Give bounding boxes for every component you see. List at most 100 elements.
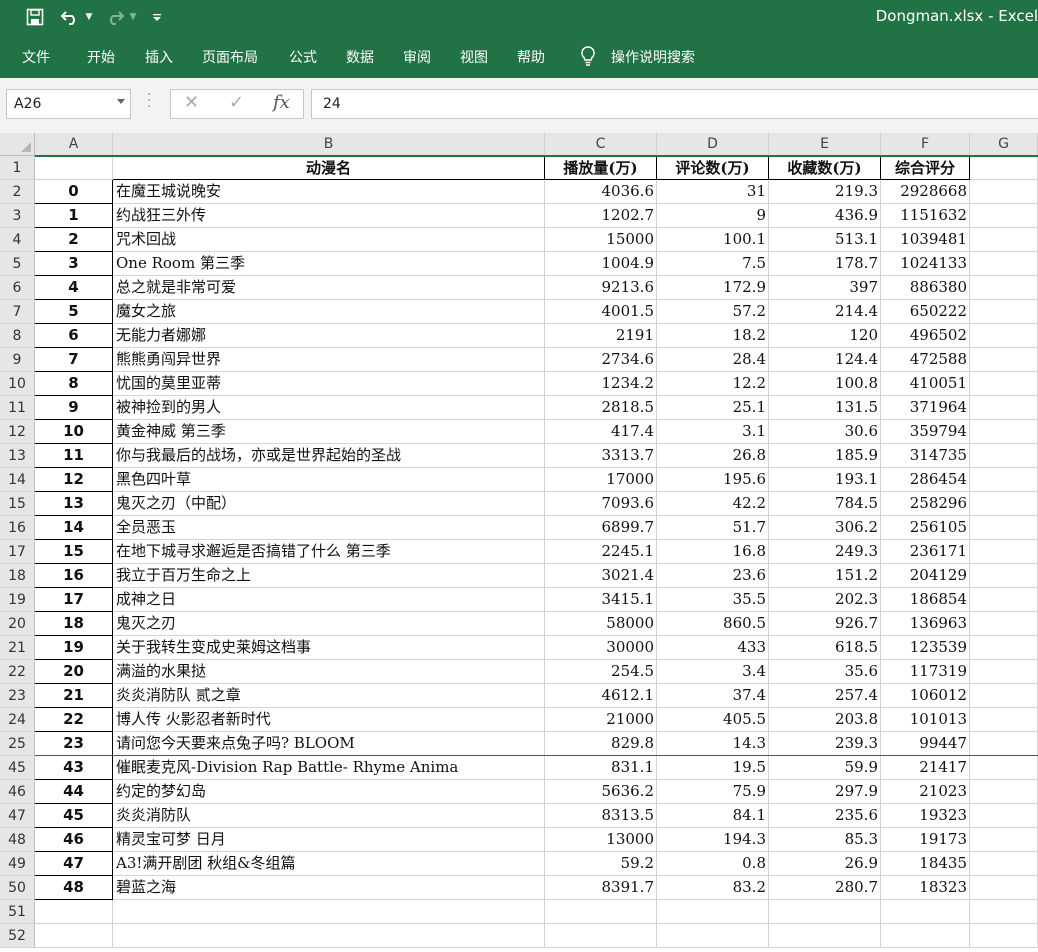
empty-cell[interactable] — [657, 924, 769, 948]
play-count-cell[interactable]: 8313.5 — [545, 804, 657, 828]
empty-cell[interactable] — [970, 612, 1038, 636]
index-cell[interactable]: 8 — [35, 372, 113, 396]
favorite-count-cell[interactable]: 397 — [769, 276, 881, 300]
index-cell[interactable]: 12 — [35, 468, 113, 492]
anime-name-cell[interactable]: 成神之日 — [113, 588, 545, 612]
score-cell[interactable]: 186854 — [881, 588, 970, 612]
empty-cell[interactable] — [970, 300, 1038, 324]
play-count-cell[interactable]: 2191 — [545, 324, 657, 348]
index-cell[interactable]: 46 — [35, 828, 113, 852]
favorite-count-cell[interactable]: 235.6 — [769, 804, 881, 828]
anime-name-cell[interactable]: One Room 第三季 — [113, 252, 545, 276]
score-cell[interactable]: 286454 — [881, 468, 970, 492]
empty-cell[interactable] — [970, 228, 1038, 252]
index-cell[interactable]: 6 — [35, 324, 113, 348]
index-cell[interactable]: 18 — [35, 612, 113, 636]
index-cell[interactable]: 43 — [35, 756, 113, 780]
empty-cell[interactable] — [657, 900, 769, 924]
empty-cell[interactable] — [970, 588, 1038, 612]
index-cell[interactable]: 47 — [35, 852, 113, 876]
score-cell[interactable]: 2928668 — [881, 180, 970, 204]
anime-name-cell[interactable]: 我立于百万生命之上 — [113, 564, 545, 588]
comment-count-cell[interactable]: 0.8 — [657, 852, 769, 876]
play-count-cell[interactable]: 829.8 — [545, 732, 657, 756]
empty-cell[interactable] — [970, 324, 1038, 348]
play-count-cell[interactable]: 30000 — [545, 636, 657, 660]
empty-cell[interactable] — [970, 516, 1038, 540]
score-cell[interactable]: 21023 — [881, 780, 970, 804]
favorite-count-cell[interactable]: 436.9 — [769, 204, 881, 228]
select-all-button[interactable] — [0, 133, 35, 156]
empty-cell[interactable] — [970, 492, 1038, 516]
anime-name-cell[interactable]: 关于我转生变成史莱姆这档事 — [113, 636, 545, 660]
index-cell[interactable]: 7 — [35, 348, 113, 372]
favorite-count-cell[interactable]: 85.3 — [769, 828, 881, 852]
comment-count-cell[interactable]: 25.1 — [657, 396, 769, 420]
cancel-icon[interactable]: ✕ — [184, 92, 199, 113]
anime-name-cell[interactable]: 全员恶玉 — [113, 516, 545, 540]
row-header[interactable]: 45 — [0, 756, 35, 780]
row-header[interactable]: 24 — [0, 708, 35, 732]
play-count-cell[interactable]: 3021.4 — [545, 564, 657, 588]
chevron-down-icon[interactable] — [117, 99, 125, 104]
empty-cell[interactable] — [970, 276, 1038, 300]
comment-count-cell[interactable]: 42.2 — [657, 492, 769, 516]
anime-name-cell[interactable]: 熊熊勇闯异世界 — [113, 348, 545, 372]
index-cell[interactable]: 45 — [35, 804, 113, 828]
score-cell[interactable]: 99447 — [881, 732, 970, 756]
name-box[interactable]: A26 — [6, 89, 131, 119]
play-count-cell[interactable]: 4036.6 — [545, 180, 657, 204]
index-cell[interactable]: 16 — [35, 564, 113, 588]
favorite-count-cell[interactable]: 178.7 — [769, 252, 881, 276]
row-header[interactable]: 5 — [0, 252, 35, 276]
column-header-e[interactable]: E — [769, 133, 881, 156]
empty-cell[interactable] — [970, 252, 1038, 276]
score-cell[interactable]: 359794 — [881, 420, 970, 444]
header-cell-e[interactable]: 收藏数(万) — [769, 156, 881, 180]
score-cell[interactable]: 19323 — [881, 804, 970, 828]
anime-name-cell[interactable]: 总之就是非常可爱 — [113, 276, 545, 300]
row-header[interactable]: 47 — [0, 804, 35, 828]
column-header-c[interactable]: C — [545, 133, 657, 156]
empty-cell[interactable] — [970, 732, 1038, 756]
empty-cell[interactable] — [970, 852, 1038, 876]
index-cell[interactable]: 5 — [35, 300, 113, 324]
score-cell[interactable]: 258296 — [881, 492, 970, 516]
score-cell[interactable]: 256105 — [881, 516, 970, 540]
row-header[interactable]: 9 — [0, 348, 35, 372]
comment-count-cell[interactable]: 26.8 — [657, 444, 769, 468]
anime-name-cell[interactable]: 黄金神威 第三季 — [113, 420, 545, 444]
score-cell[interactable]: 410051 — [881, 372, 970, 396]
empty-cell[interactable] — [113, 924, 545, 948]
formula-input[interactable]: 24 — [311, 89, 1038, 119]
index-cell[interactable]: 0 — [35, 180, 113, 204]
anime-name-cell[interactable]: 你与我最后的战场，亦或是世界起始的圣战 — [113, 444, 545, 468]
comment-count-cell[interactable]: 75.9 — [657, 780, 769, 804]
empty-cell[interactable] — [970, 348, 1038, 372]
anime-name-cell[interactable]: 魔女之旅 — [113, 300, 545, 324]
play-count-cell[interactable]: 417.4 — [545, 420, 657, 444]
favorite-count-cell[interactable]: 203.8 — [769, 708, 881, 732]
play-count-cell[interactable]: 3415.1 — [545, 588, 657, 612]
comment-count-cell[interactable]: 19.5 — [657, 756, 769, 780]
row-header[interactable]: 10 — [0, 372, 35, 396]
favorite-count-cell[interactable]: 100.8 — [769, 372, 881, 396]
score-cell[interactable]: 18435 — [881, 852, 970, 876]
index-cell[interactable]: 10 — [35, 420, 113, 444]
index-cell[interactable]: 48 — [35, 876, 113, 900]
empty-cell[interactable] — [970, 180, 1038, 204]
anime-name-cell[interactable]: 咒术回战 — [113, 228, 545, 252]
tab-help[interactable]: 帮助 — [517, 47, 545, 67]
comment-count-cell[interactable]: 12.2 — [657, 372, 769, 396]
comment-count-cell[interactable]: 9 — [657, 204, 769, 228]
score-cell[interactable]: 136963 — [881, 612, 970, 636]
score-cell[interactable]: 1024133 — [881, 252, 970, 276]
drag-handle-icon[interactable]: · · · — [147, 88, 153, 114]
comment-count-cell[interactable]: 100.1 — [657, 228, 769, 252]
favorite-count-cell[interactable]: 120 — [769, 324, 881, 348]
anime-name-cell[interactable]: 黑色四叶草 — [113, 468, 545, 492]
row-header[interactable]: 48 — [0, 828, 35, 852]
play-count-cell[interactable]: 8391.7 — [545, 876, 657, 900]
comment-count-cell[interactable]: 3.1 — [657, 420, 769, 444]
header-cell-f[interactable]: 综合评分 — [881, 156, 970, 180]
